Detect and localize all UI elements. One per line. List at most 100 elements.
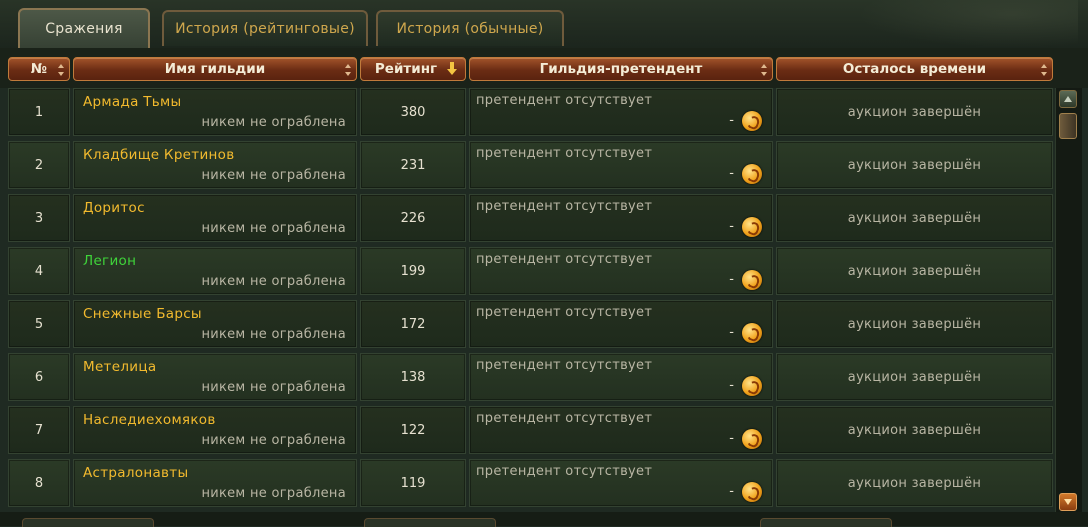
bid-value: - xyxy=(729,378,734,393)
time-left: аукцион завершён xyxy=(776,300,1053,348)
row-number: 4 xyxy=(8,247,70,295)
table-row[interactable]: 8 Астралонавты никем не ограблена 119 пр… xyxy=(0,459,1054,509)
contender-cell: претендент отсутствует - xyxy=(469,459,773,507)
column-header-rating-label: Рейтинг xyxy=(374,61,438,77)
contender-text: претендент отсутствует xyxy=(476,358,653,373)
table-row[interactable]: 7 Наследиехомяков никем не ограблена 122… xyxy=(0,406,1054,456)
column-header-contender[interactable]: Гильдия-претендент xyxy=(469,57,773,81)
time-left: аукцион завершён xyxy=(776,247,1053,295)
guild-cell: Доритос никем не ограблена xyxy=(73,194,357,242)
bid-value: - xyxy=(729,325,734,340)
guild-cell: Армада Тьмы никем не ограблена xyxy=(73,88,357,136)
guild-robbery-status: никем не ограблена xyxy=(201,486,346,501)
row-number: 3 xyxy=(8,194,70,242)
contender-cell: претендент отсутствует - xyxy=(469,194,773,242)
row-number: 7 xyxy=(8,406,70,454)
time-left: аукцион завершён xyxy=(776,88,1053,136)
guild-cell: Астралонавты никем не ограблена xyxy=(73,459,357,507)
guild-cell: Легион никем не ограблена xyxy=(73,247,357,295)
guild-robbery-status: никем не ограблена xyxy=(201,327,346,342)
table-row[interactable]: 6 Метелица никем не ограблена 138 претен… xyxy=(0,353,1054,403)
contender-text: претендент отсутствует xyxy=(476,252,653,267)
guild-robbery-status: никем не ограблена xyxy=(201,380,346,395)
contender-text: претендент отсутствует xyxy=(476,93,653,108)
rating-value: 231 xyxy=(360,141,466,189)
gold-coin-icon[interactable] xyxy=(742,270,762,290)
gold-coin-icon[interactable] xyxy=(742,376,762,396)
table-row[interactable]: 4 Легион никем не ограблена 199 претенде… xyxy=(0,247,1054,297)
guild-name[interactable]: Кладбище Кретинов xyxy=(83,147,234,163)
scrollbar-thumb[interactable] xyxy=(1059,113,1077,139)
sort-icon xyxy=(1041,64,1047,76)
decorative-ornament xyxy=(858,0,1078,48)
time-left: аукцион завершён xyxy=(776,353,1053,401)
window-bottom-frame xyxy=(0,512,1088,527)
table-row[interactable]: 2 Кладбище Кретинов никем не ограблена 2… xyxy=(0,141,1054,191)
arrow-up-icon[interactable] xyxy=(1059,90,1077,108)
guild-name[interactable]: Астралонавты xyxy=(83,465,188,481)
guild-cell: Метелица никем не ограблена xyxy=(73,353,357,401)
column-header-rating[interactable]: Рейтинг xyxy=(360,57,466,81)
sort-icon xyxy=(58,64,64,76)
guild-cell: Снежные Барсы никем не ограблена xyxy=(73,300,357,348)
time-left: аукцион завершён xyxy=(776,459,1053,507)
guild-name[interactable]: Доритос xyxy=(83,200,145,216)
contender-text: претендент отсутствует xyxy=(476,464,653,479)
arrow-down-icon[interactable] xyxy=(1059,493,1077,511)
row-number: 5 xyxy=(8,300,70,348)
time-left: аукцион завершён xyxy=(776,194,1053,242)
gold-coin-icon[interactable] xyxy=(742,482,762,502)
gold-coin-icon[interactable] xyxy=(742,164,762,184)
column-header-guild-name[interactable]: Имя гильдии xyxy=(73,57,357,81)
rating-value: 138 xyxy=(360,353,466,401)
guild-robbery-status: никем не ограблена xyxy=(201,221,346,236)
row-number: 2 xyxy=(8,141,70,189)
column-header-contender-label: Гильдия-претендент xyxy=(539,61,703,77)
guild-name[interactable]: Легион xyxy=(83,253,136,269)
guild-cell: Наследиехомяков никем не ограблена xyxy=(73,406,357,454)
guild-robbery-status: никем не ограблена xyxy=(201,115,346,130)
tab-battles[interactable]: Сражения xyxy=(18,8,150,48)
column-header-time-left[interactable]: Осталось времени xyxy=(776,57,1053,81)
row-number: 6 xyxy=(8,353,70,401)
guild-robbery-status: никем не ограблена xyxy=(201,274,346,289)
rating-value: 172 xyxy=(360,300,466,348)
bid-value: - xyxy=(729,272,734,287)
table-row[interactable]: 1 Армада Тьмы никем не ограблена 380 пре… xyxy=(0,88,1054,138)
guild-name[interactable]: Снежные Барсы xyxy=(83,306,202,322)
bid-value: - xyxy=(729,431,734,446)
gold-coin-icon[interactable] xyxy=(742,217,762,237)
tab-history-normal[interactable]: История (обычные) xyxy=(376,10,564,46)
table-row[interactable]: 5 Снежные Барсы никем не ограблена 172 п… xyxy=(0,300,1054,350)
guild-name[interactable]: Наследиехомяков xyxy=(83,412,216,428)
sort-icon xyxy=(761,64,767,76)
contender-cell: претендент отсутствует - xyxy=(469,247,773,295)
gold-coin-icon[interactable] xyxy=(742,429,762,449)
guild-table: 1 Армада Тьмы никем не ограблена 380 пре… xyxy=(0,88,1054,510)
scrollbar[interactable] xyxy=(1055,88,1082,518)
guild-name[interactable]: Армада Тьмы xyxy=(83,94,182,110)
rating-value: 226 xyxy=(360,194,466,242)
column-header-guild-name-label: Имя гильдии xyxy=(164,61,266,77)
bid-value: - xyxy=(729,484,734,499)
gold-coin-icon[interactable] xyxy=(742,323,762,343)
contender-text: претендент отсутствует xyxy=(476,146,653,161)
row-number: 8 xyxy=(8,459,70,507)
contender-cell: претендент отсутствует - xyxy=(469,88,773,136)
table-header: № Имя гильдии Рейтинг Гильдия-претендент… xyxy=(0,48,1088,88)
sort-icon xyxy=(345,64,351,76)
guild-name[interactable]: Метелица xyxy=(83,359,156,375)
contender-cell: претендент отсутствует - xyxy=(469,300,773,348)
rating-value: 380 xyxy=(360,88,466,136)
contender-text: претендент отсутствует xyxy=(476,411,653,426)
time-left: аукцион завершён xyxy=(776,406,1053,454)
table-row[interactable]: 3 Доритос никем не ограблена 226 претенд… xyxy=(0,194,1054,244)
sort-descending-icon xyxy=(447,62,457,76)
column-header-number[interactable]: № xyxy=(8,57,70,81)
gold-coin-icon[interactable] xyxy=(742,111,762,131)
contender-text: претендент отсутствует xyxy=(476,305,653,320)
tab-history-rated[interactable]: История (рейтинговые) xyxy=(162,10,368,46)
rating-value: 199 xyxy=(360,247,466,295)
column-header-time-left-label: Осталось времени xyxy=(842,61,987,77)
bid-value: - xyxy=(729,113,734,128)
